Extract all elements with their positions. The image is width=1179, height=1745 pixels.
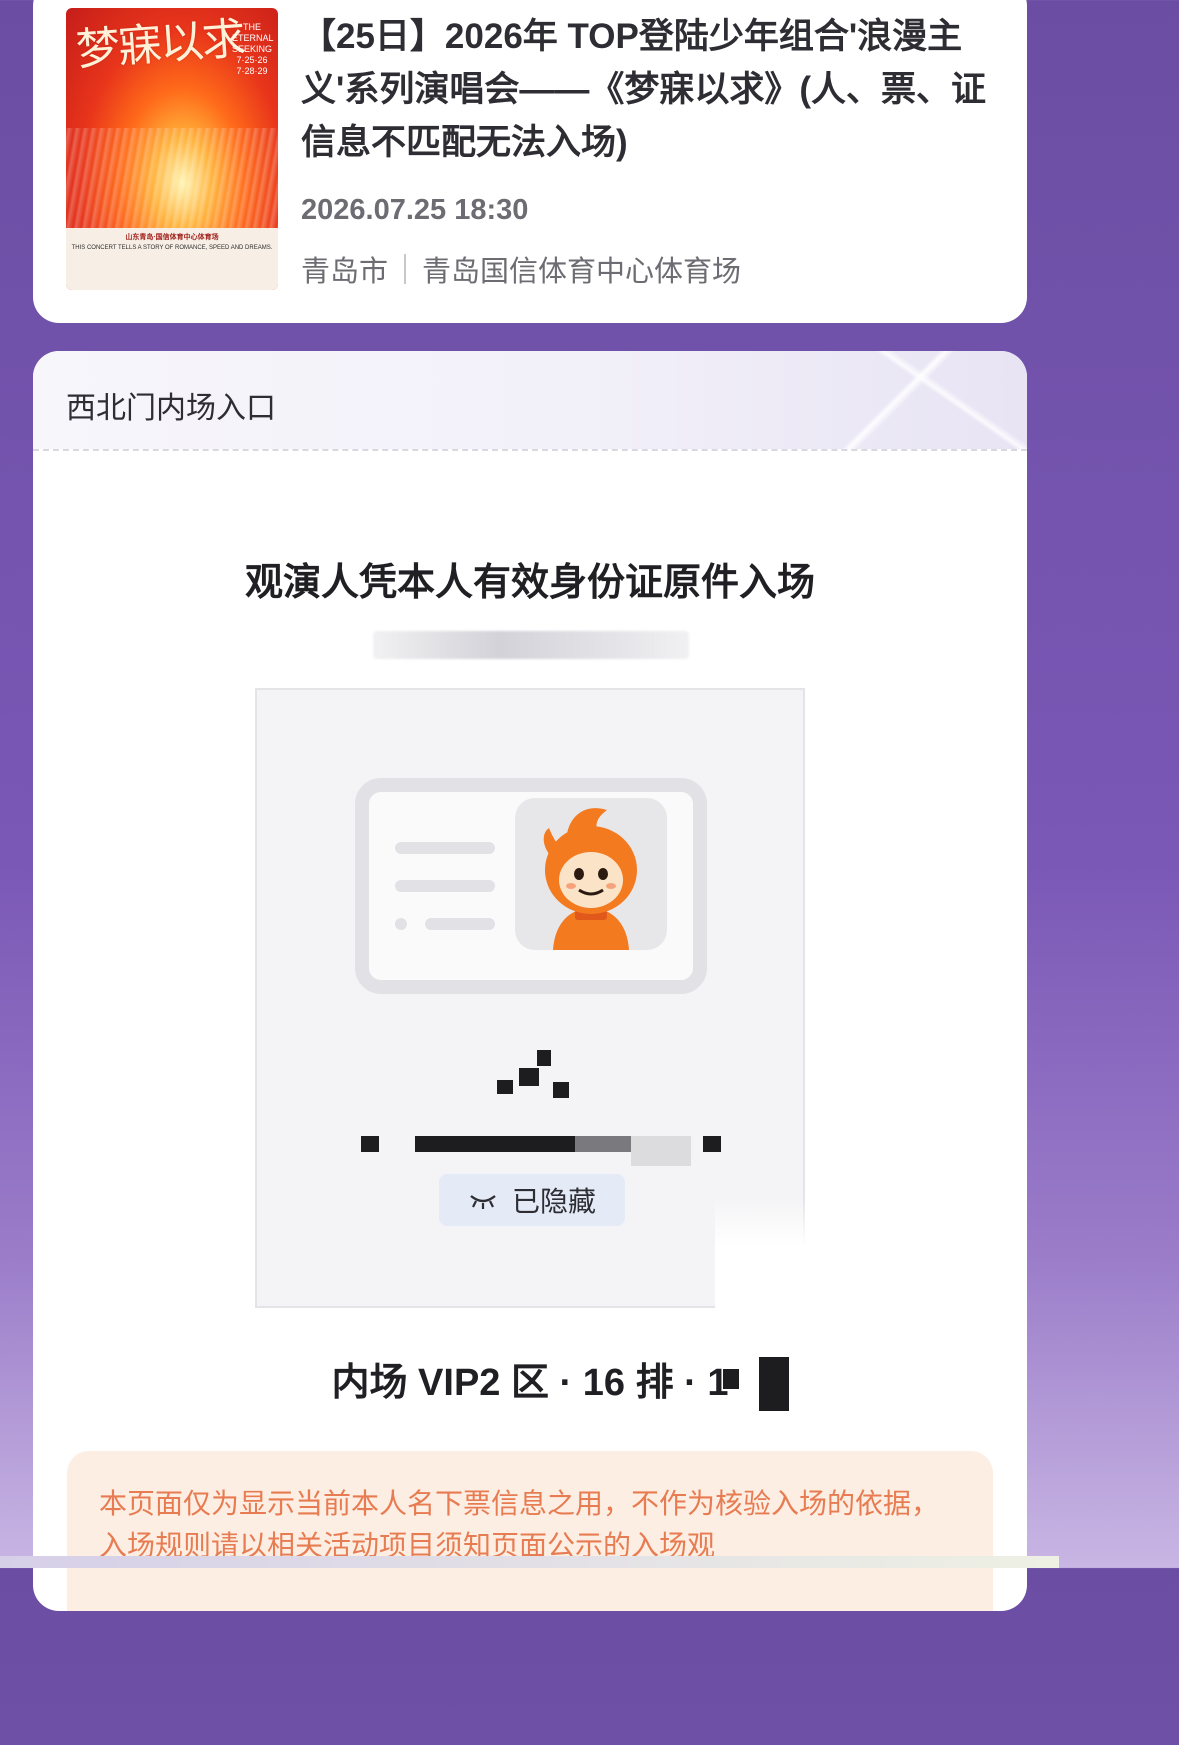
mask-block xyxy=(497,1080,513,1094)
seat-mask-block xyxy=(723,1369,739,1389)
event-location: 青岛市 青岛国信体育中心体育场 xyxy=(301,248,741,290)
seat-info: 内场 VIP2 区 · 16 排 · 1 xyxy=(33,1351,1027,1406)
ticket-header: 西北门内场入口 xyxy=(33,351,1027,449)
poster-tagline: THIS CONCERT TELLS A STORY OF ROMANCE, S… xyxy=(71,245,273,251)
mask-block xyxy=(361,1136,379,1152)
mask-block xyxy=(537,1050,551,1066)
id-line xyxy=(395,842,495,854)
event-title: 【25日】2026年 TOP登陆少年组合'浪漫主义'系列演唱会——《梦寐以求》(… xyxy=(301,17,986,162)
mask-block xyxy=(553,1082,569,1098)
masked-id-values xyxy=(257,1050,803,1166)
blurred-name xyxy=(373,631,689,659)
hidden-label: 已隐藏 xyxy=(511,1185,596,1218)
id-line xyxy=(425,918,495,930)
mascot-avatar-icon xyxy=(515,798,667,950)
mask-block xyxy=(703,1136,721,1152)
event-venue: 青岛国信体育中心体育场 xyxy=(422,254,742,288)
entry-gate: 西北门内场入口 xyxy=(66,391,276,426)
bottom-edge xyxy=(0,1556,1059,1568)
mask-block xyxy=(519,1068,539,1086)
id-line xyxy=(395,880,495,892)
poster-rays xyxy=(66,128,278,238)
closed-eye-icon xyxy=(468,1184,498,1217)
seat-mask-block xyxy=(759,1357,789,1411)
event-datetime: 2026.07.25 18:30 xyxy=(301,194,529,226)
id-dot xyxy=(395,918,407,930)
event-city: 青岛市 xyxy=(301,254,389,288)
dashed-divider xyxy=(33,449,1027,451)
poster-title: 梦寐以求 xyxy=(74,13,246,76)
hidden-toggle-button[interactable]: 已隐藏 xyxy=(439,1174,625,1226)
event-poster: 梦寐以求 THE ETERNAL SEEKING 7·25·26 7·28·29… xyxy=(66,8,278,290)
mask-block xyxy=(415,1136,575,1152)
mask-block xyxy=(575,1136,631,1152)
seat-text: 内场 VIP2 区 · 16 排 · 1 xyxy=(331,1362,729,1404)
location-divider xyxy=(404,254,407,284)
header-decoration xyxy=(787,351,1027,449)
mask-block xyxy=(631,1136,691,1166)
entry-note: 观演人凭本人有效身份证原件入场 xyxy=(244,560,815,604)
id-card-icon xyxy=(355,778,707,994)
poster-strip: 山东青岛·国信体育中心体育场 THIS CONCERT TELLS A STOR… xyxy=(66,228,278,290)
poster-side-text: THE ETERNAL SEEKING 7·25·26 7·28·29 xyxy=(232,22,274,76)
poster-venue: 山东青岛·国信体育中心体育场 xyxy=(125,234,219,241)
ticket-card: 西北门内场入口 观演人凭本人有效身份证原件入场 已隐藏 内场 VIP2 区 · … xyxy=(33,351,1027,1611)
event-card[interactable]: 梦寐以求 THE ETERNAL SEEKING 7·25·26 7·28·29… xyxy=(33,0,1027,323)
disclaimer-notice: 本页面仅为显示当前本人名下票信息之用，不作为核验入场的依据，入场规则请以相关活动… xyxy=(67,1451,993,1611)
